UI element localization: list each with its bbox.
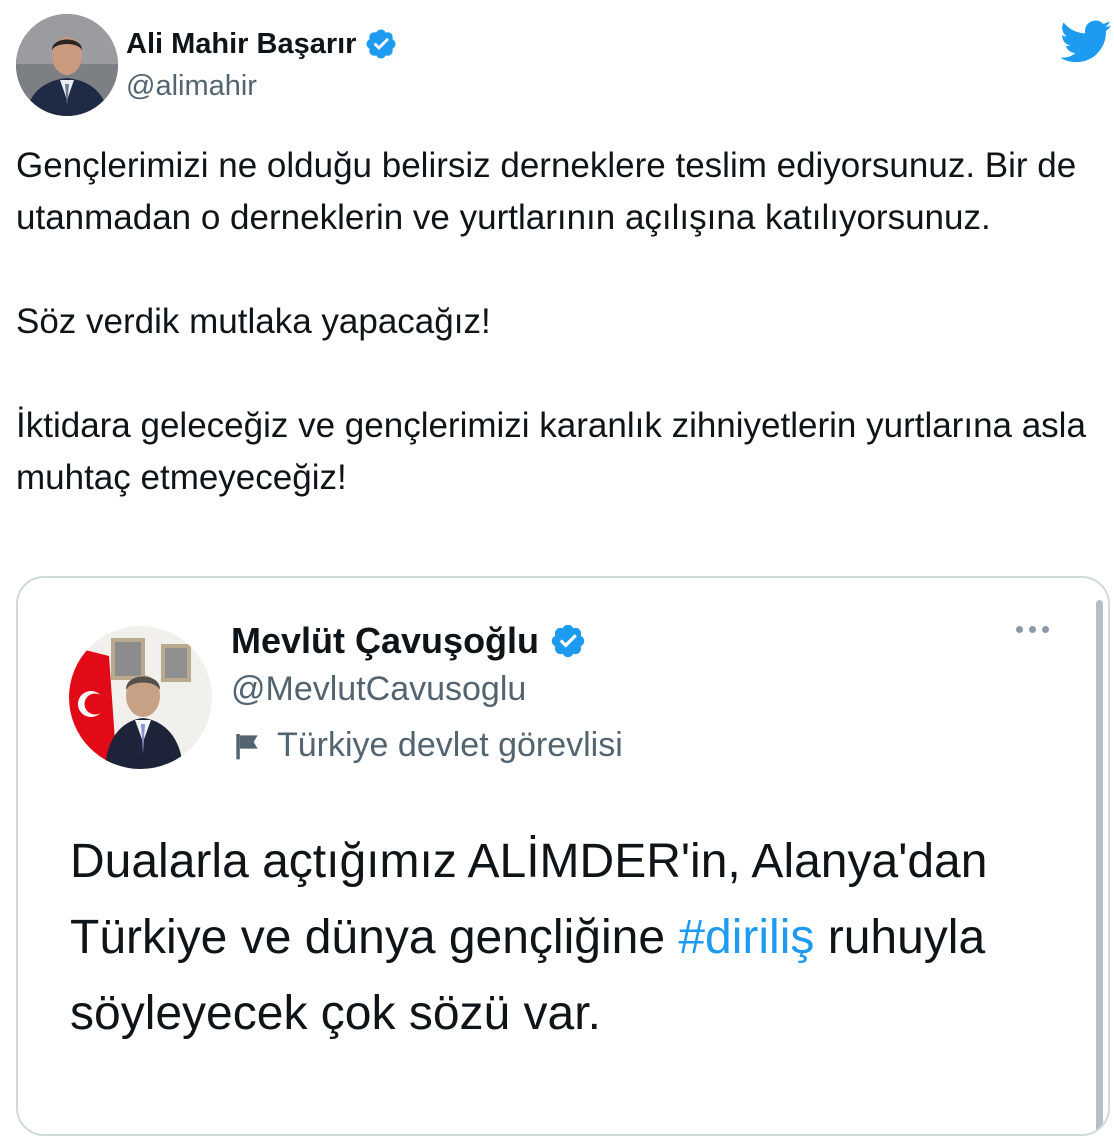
more-options-icon[interactable] <box>1016 626 1049 633</box>
government-flag-icon <box>236 733 258 759</box>
quoted-tweet-card[interactable]: Mevlüt Çavuşoğlu @MevlutCavusoglu Türkiy… <box>16 576 1110 1136</box>
government-label-text: Türkiye devlet görevlisi <box>277 726 623 764</box>
tweet-paragraph: Gençlerimizi ne olduğu belirsiz dernekle… <box>16 146 1077 237</box>
author-name[interactable]: Ali Mahir Başarır <box>126 27 356 61</box>
author-avatar[interactable] <box>16 14 118 116</box>
quoted-author-name-row[interactable]: Mevlüt Çavuşoğlu <box>231 620 587 662</box>
more-dot <box>1016 626 1023 633</box>
more-dot <box>1042 626 1049 633</box>
quoted-author-name[interactable]: Mevlüt Çavuşoğlu <box>231 620 539 662</box>
government-account-label[interactable]: Türkiye devlet görevlisi <box>231 726 623 765</box>
twitter-bird-icon[interactable] <box>1060 20 1112 64</box>
scrollbar-thumb[interactable] <box>1096 600 1103 1134</box>
quoted-tweet-text: Dualarla açtığımız ALİMDER'in, Alanya'da… <box>70 824 1070 1052</box>
author-name-row[interactable]: Ali Mahir Başarır <box>126 27 398 61</box>
verified-badge-icon <box>551 624 585 658</box>
more-dot <box>1029 626 1036 633</box>
verified-badge-icon <box>366 29 397 59</box>
author-avatar-photo <box>16 14 118 116</box>
tweet-paragraph: Söz verdik mutlaka yapacağız! <box>16 302 491 341</box>
tweet-paragraph: İktidara geleceğiz ve gençlerimizi karan… <box>16 406 1086 497</box>
tweet-text: Gençlerimizi ne olduğu belirsiz dernekle… <box>16 140 1111 504</box>
hashtag-link[interactable]: #diriliş <box>678 911 814 964</box>
author-handle[interactable]: @alimahir <box>126 70 257 103</box>
quoted-author-avatar[interactable] <box>69 626 212 769</box>
quoted-author-handle[interactable]: @MevlutCavusoglu <box>231 670 526 709</box>
quoted-author-avatar-photo <box>69 626 212 769</box>
